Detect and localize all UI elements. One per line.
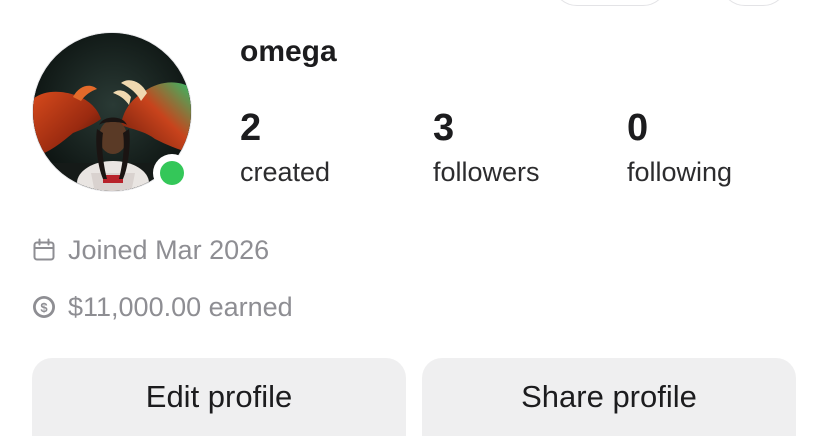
online-status-indicator: [153, 154, 191, 192]
top-toolbar-button[interactable]: [552, 0, 668, 6]
joined-date-text: Joined Mar 2026: [68, 234, 270, 265]
stat-created[interactable]: 2 created: [240, 104, 330, 190]
share-profile-button[interactable]: Share profile: [422, 358, 796, 436]
username: omega: [240, 35, 337, 68]
stat-following-label: following: [627, 157, 733, 187]
stat-followers[interactable]: 3 followers: [433, 104, 540, 190]
top-toolbar-button[interactable]: [720, 0, 788, 6]
stat-created-count: 2: [240, 107, 262, 149]
stat-created-label: created: [240, 157, 331, 187]
stat-following[interactable]: 0 following: [627, 104, 732, 190]
calendar-icon: [33, 238, 55, 261]
dollar-circle-icon: $: [33, 296, 55, 318]
joined-date-row: Joined Mar 2026: [32, 232, 269, 268]
profile-page: omega 2 created 3 followers 0 following …: [0, 0, 828, 436]
stat-followers-label: followers: [433, 157, 540, 187]
stat-following-count: 0: [627, 107, 649, 149]
stat-followers-count: 3: [433, 107, 455, 149]
svg-text:$: $: [40, 300, 48, 315]
edit-profile-button[interactable]: Edit profile: [32, 358, 406, 436]
earnings-text: $11,000.00 earned: [68, 291, 293, 322]
earnings-row: $ $11,000.00 earned: [32, 289, 293, 325]
